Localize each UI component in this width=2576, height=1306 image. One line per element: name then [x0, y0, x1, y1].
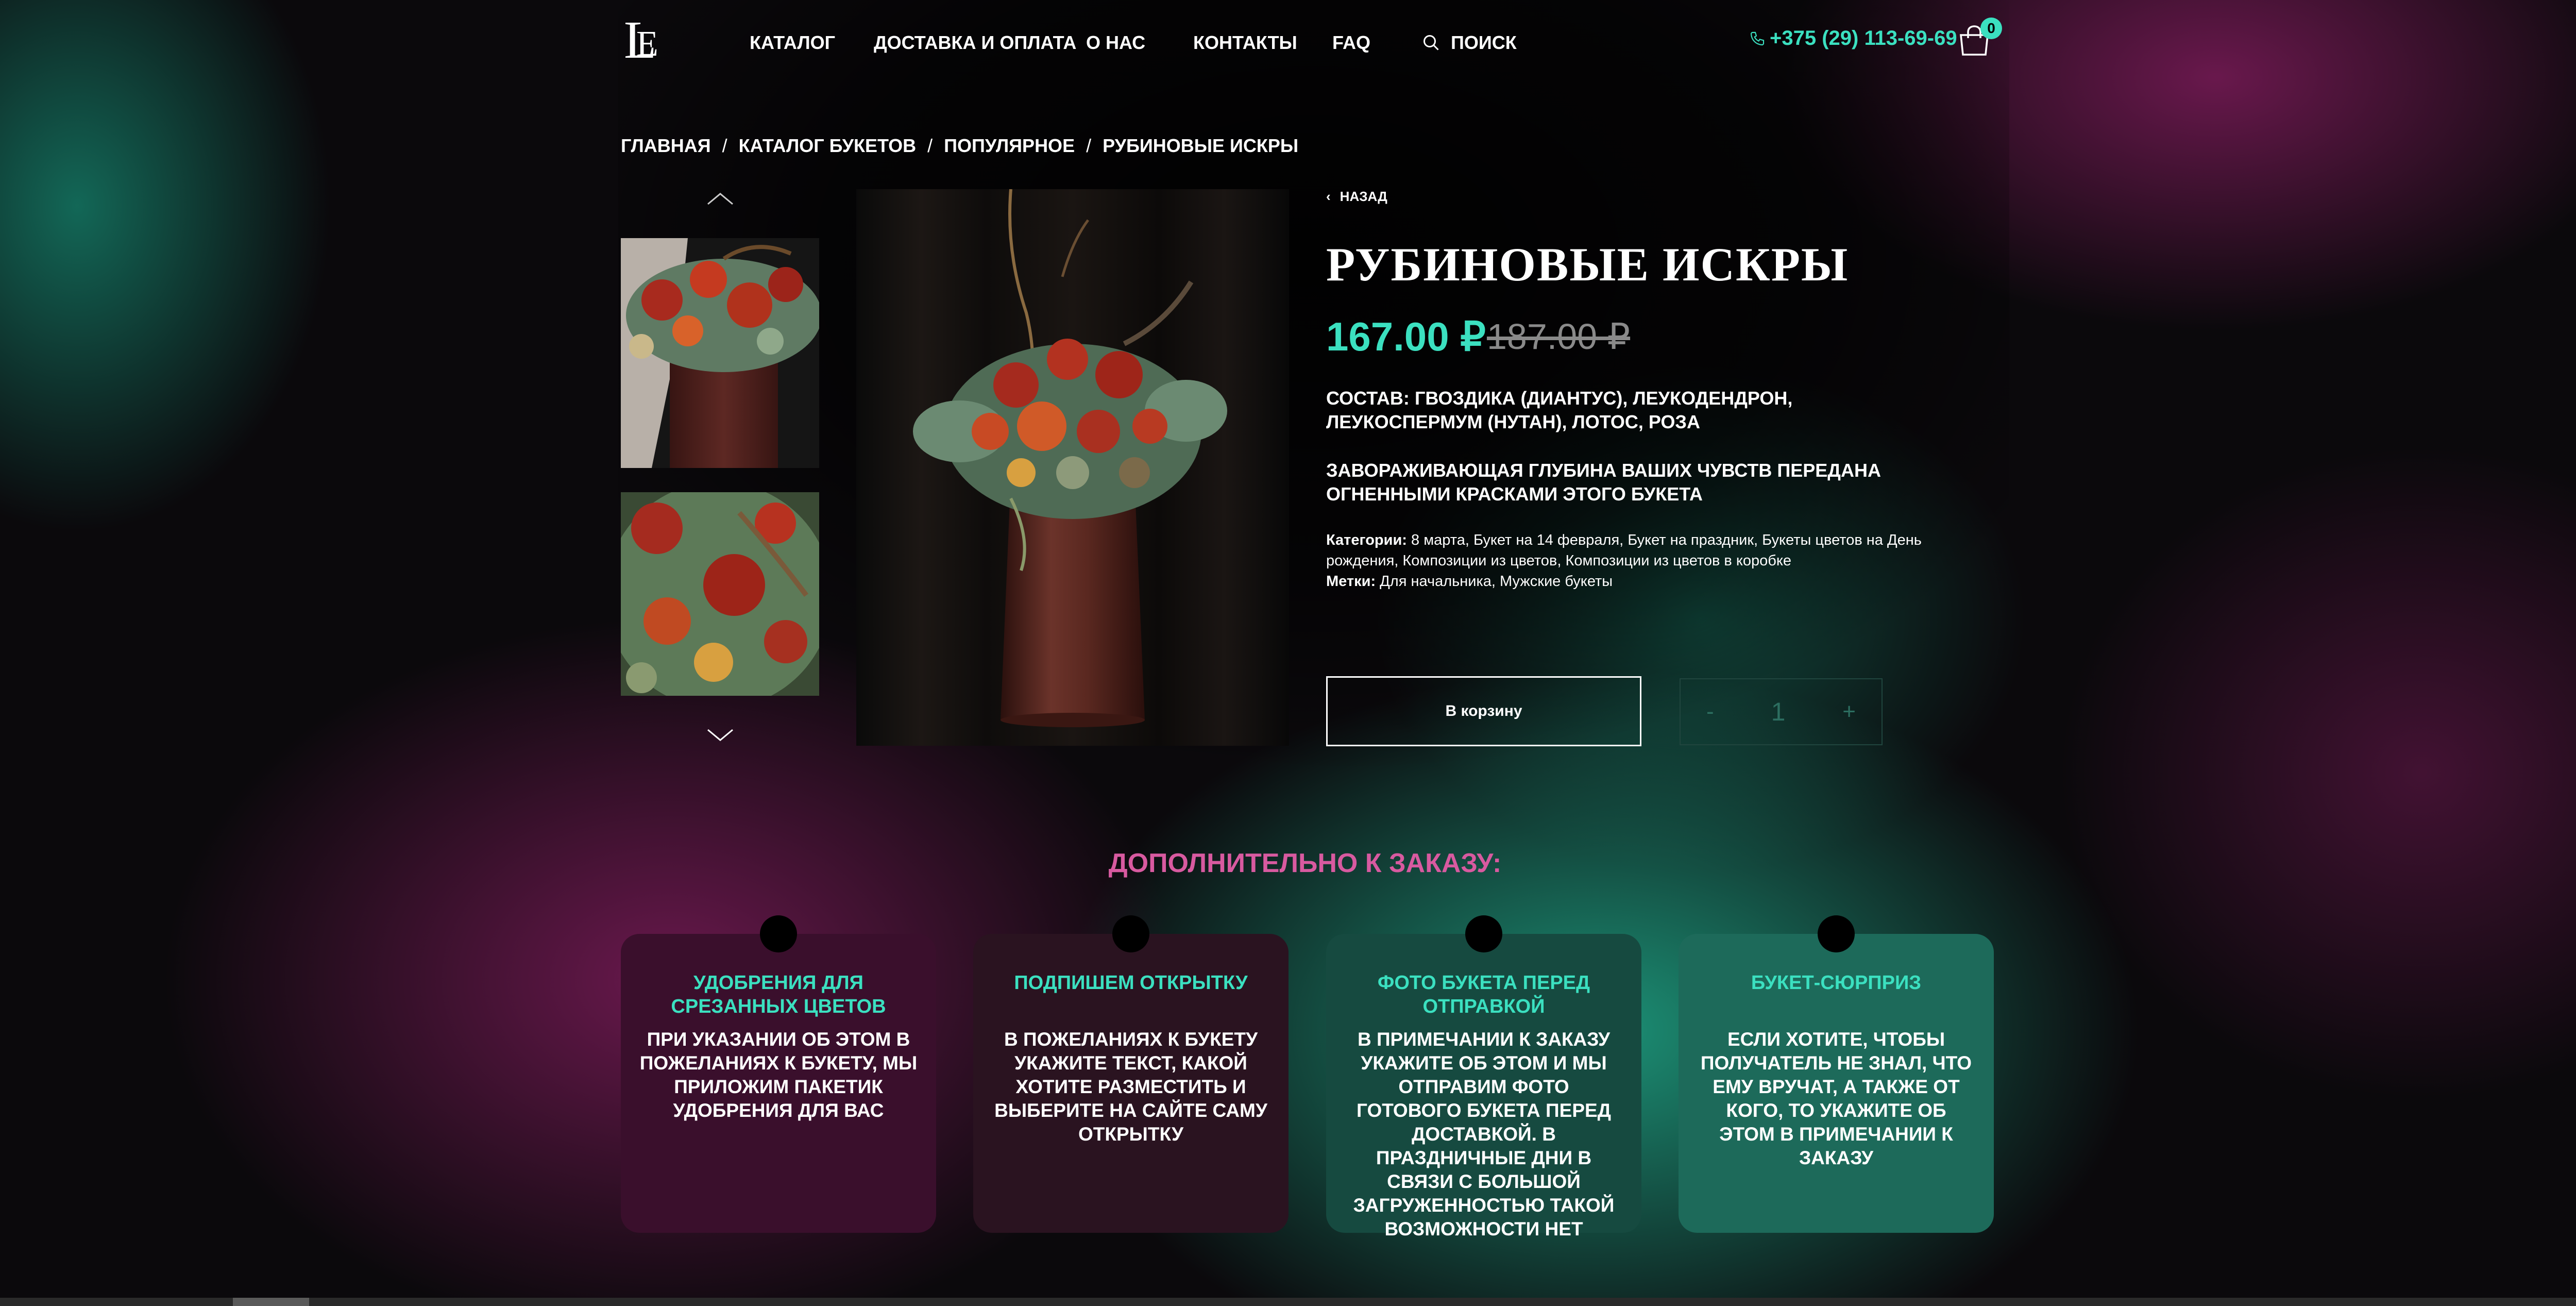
product-composition: СОСТАВ: ГВОЗДИКА (ДИАНТУС), ЛЕУКОДЕНДРОН…	[1326, 387, 1924, 434]
cart-button[interactable]: 0	[1958, 18, 2002, 57]
composition-label: СОСТАВ:	[1326, 388, 1410, 409]
breadcrumb-separator: /	[722, 135, 727, 156]
product-page: L E КАТАЛОГ ДОСТАВКА И ОПЛАТА О НАС КОНТ…	[0, 0, 2576, 1306]
bouquet-main-image	[856, 189, 1289, 746]
quantity-stepper: - 1 +	[1680, 678, 1883, 745]
back-link[interactable]: ‹ НАЗАД	[1326, 189, 1387, 205]
nav-contacts[interactable]: КОНТАКТЫ	[1193, 32, 1297, 54]
cart-count-badge: 0	[1980, 18, 2002, 39]
phone-link[interactable]: +375 (29) 113-69-69	[1749, 27, 1957, 50]
gallery-up-arrow-icon[interactable]	[706, 191, 735, 206]
product-old-price: 187.00 ₽	[1487, 316, 1631, 357]
extra-card-title: ПОДПИШЕМ ОТКРЫТКУ	[1014, 972, 1248, 994]
gallery-down-arrow-icon[interactable]	[706, 728, 735, 743]
search-label: ПОИСК	[1451, 32, 1517, 53]
extra-card-fertilizer: УДОБРЕНИЯ ДЛЯ СРЕЗАННЫХ ЦВЕТОВ ПРИ УКАЗА…	[621, 915, 936, 1233]
breadcrumb-current: РУБИНОВЫЕ ИСКРЫ	[1103, 135, 1299, 156]
product-meta: Категории: 8 марта, Букет на 14 февраля,…	[1326, 530, 1934, 592]
card-dot	[760, 915, 797, 952]
card-dot	[1818, 915, 1855, 952]
extra-card-text: В ПРИМЕЧАНИИ К ЗАКАЗУ УКАЖИТЕ ОБ ЭТОМ И …	[1353, 1029, 1615, 1240]
product-tags: Метки: Для начальника, Мужские букеты	[1326, 571, 1934, 592]
back-label: НАЗАД	[1340, 189, 1387, 204]
product-price: 167.00 ₽	[1326, 314, 1486, 359]
categories-label: Категории:	[1326, 532, 1407, 548]
quantity-increase-button[interactable]: +	[1842, 699, 1856, 725]
extra-card-text: В ПОЖЕЛАНИЯХ К БУКЕТУ УКАЖИТЕ ТЕКСТ, КАК…	[994, 1029, 1267, 1145]
search-button[interactable]: ПОИСК	[1422, 32, 1517, 54]
extra-card-text: ЕСЛИ ХОТИТЕ, ЧТОБЫ ПОЛУЧАТЕЛЬ НЕ ЗНАЛ, Ч…	[1700, 1029, 1972, 1168]
gallery-thumbnail-1[interactable]	[621, 238, 819, 468]
extras-section-title: ДОПОЛНИТЕЛЬНО К ЗАКАЗУ:	[1108, 848, 1502, 878]
extra-card-text: ПРИ УКАЗАНИИ ОБ ЭТОМ В ПОЖЕЛАНИЯХ К БУКЕ…	[639, 1029, 918, 1121]
product-categories: Категории: 8 марта, Букет на 14 февраля,…	[1326, 530, 1934, 571]
breadcrumb-popular[interactable]: ПОПУЛЯРНОЕ	[944, 135, 1075, 157]
breadcrumb: ГЛАВНАЯ / КАТАЛОГ БУКЕТОВ / ПОПУЛЯРНОЕ /…	[621, 135, 1298, 157]
nav-faq[interactable]: FAQ	[1332, 32, 1370, 54]
bouquet-closeup-image	[621, 492, 819, 696]
extra-card-postcard: ПОДПИШЕМ ОТКРЫТКУ В ПОЖЕЛАНИЯХ К БУКЕТУ …	[973, 915, 1289, 1233]
categories-list[interactable]: 8 марта, Букет на 14 февраля, Букет на п…	[1326, 532, 1922, 569]
extra-card-photo: ФОТО БУКЕТА ПЕРЕД ОТПРАВКОЙ В ПРИМЕЧАНИИ…	[1326, 915, 1641, 1240]
breadcrumb-separator: /	[1086, 135, 1092, 156]
product-tagline: ЗАВОРАЖИВАЮЩАЯ ГЛУБИНА ВАШИХ ЧУВСТВ ПЕРЕ…	[1326, 460, 1881, 505]
breadcrumb-catalog[interactable]: КАТАЛОГ БУКЕТОВ	[739, 135, 916, 157]
quantity-decrease-button[interactable]: -	[1706, 699, 1714, 725]
phone-number: +375 (29) 113-69-69	[1770, 27, 1957, 49]
quantity-input[interactable]: 1	[1771, 697, 1786, 727]
bouquet-thumbnail-image	[621, 238, 819, 468]
card-dot	[1465, 915, 1502, 952]
nav-about[interactable]: О НАС	[1086, 32, 1145, 54]
chevron-left-icon: ‹	[1326, 189, 1331, 204]
gallery-thumbnail-2[interactable]	[621, 492, 819, 696]
extra-card-title: ФОТО БУКЕТА ПЕРЕД ОТПРАВКОЙ	[1377, 972, 1590, 1017]
product-title: РУБИНОВЫЕ ИСКРЫ	[1326, 238, 1849, 291]
extra-card-title: УДОБРЕНИЯ ДЛЯ СРЕЗАННЫХ ЦВЕТОВ	[671, 972, 886, 1017]
phone-icon	[1750, 31, 1765, 45]
tags-label: Метки:	[1326, 573, 1376, 590]
tags-list[interactable]: Для начальника, Мужские букеты	[1380, 573, 1613, 590]
search-icon	[1423, 35, 1439, 51]
horizontal-scrollbar[interactable]	[0, 1298, 2576, 1306]
breadcrumb-separator: /	[927, 135, 933, 156]
breadcrumb-home[interactable]: ГЛАВНАЯ	[621, 135, 711, 157]
extra-card-surprise: БУКЕТ-СЮРПРИЗ ЕСЛИ ХОТИТЕ, ЧТОБЫ ПОЛУЧАТ…	[1679, 915, 1994, 1233]
site-logo[interactable]: L E	[621, 9, 662, 70]
nav-catalog[interactable]: КАТАЛОГ	[750, 32, 835, 54]
extra-card-title: БУКЕТ-СЮРПРИЗ	[1751, 972, 1922, 994]
card-dot	[1112, 915, 1149, 952]
nav-delivery[interactable]: ДОСТАВКА И ОПЛАТА	[874, 32, 1076, 54]
main-product-photo[interactable]	[856, 189, 1289, 746]
add-to-cart-button[interactable]: В корзину	[1326, 676, 1641, 746]
scrollbar-thumb[interactable]	[233, 1298, 309, 1306]
